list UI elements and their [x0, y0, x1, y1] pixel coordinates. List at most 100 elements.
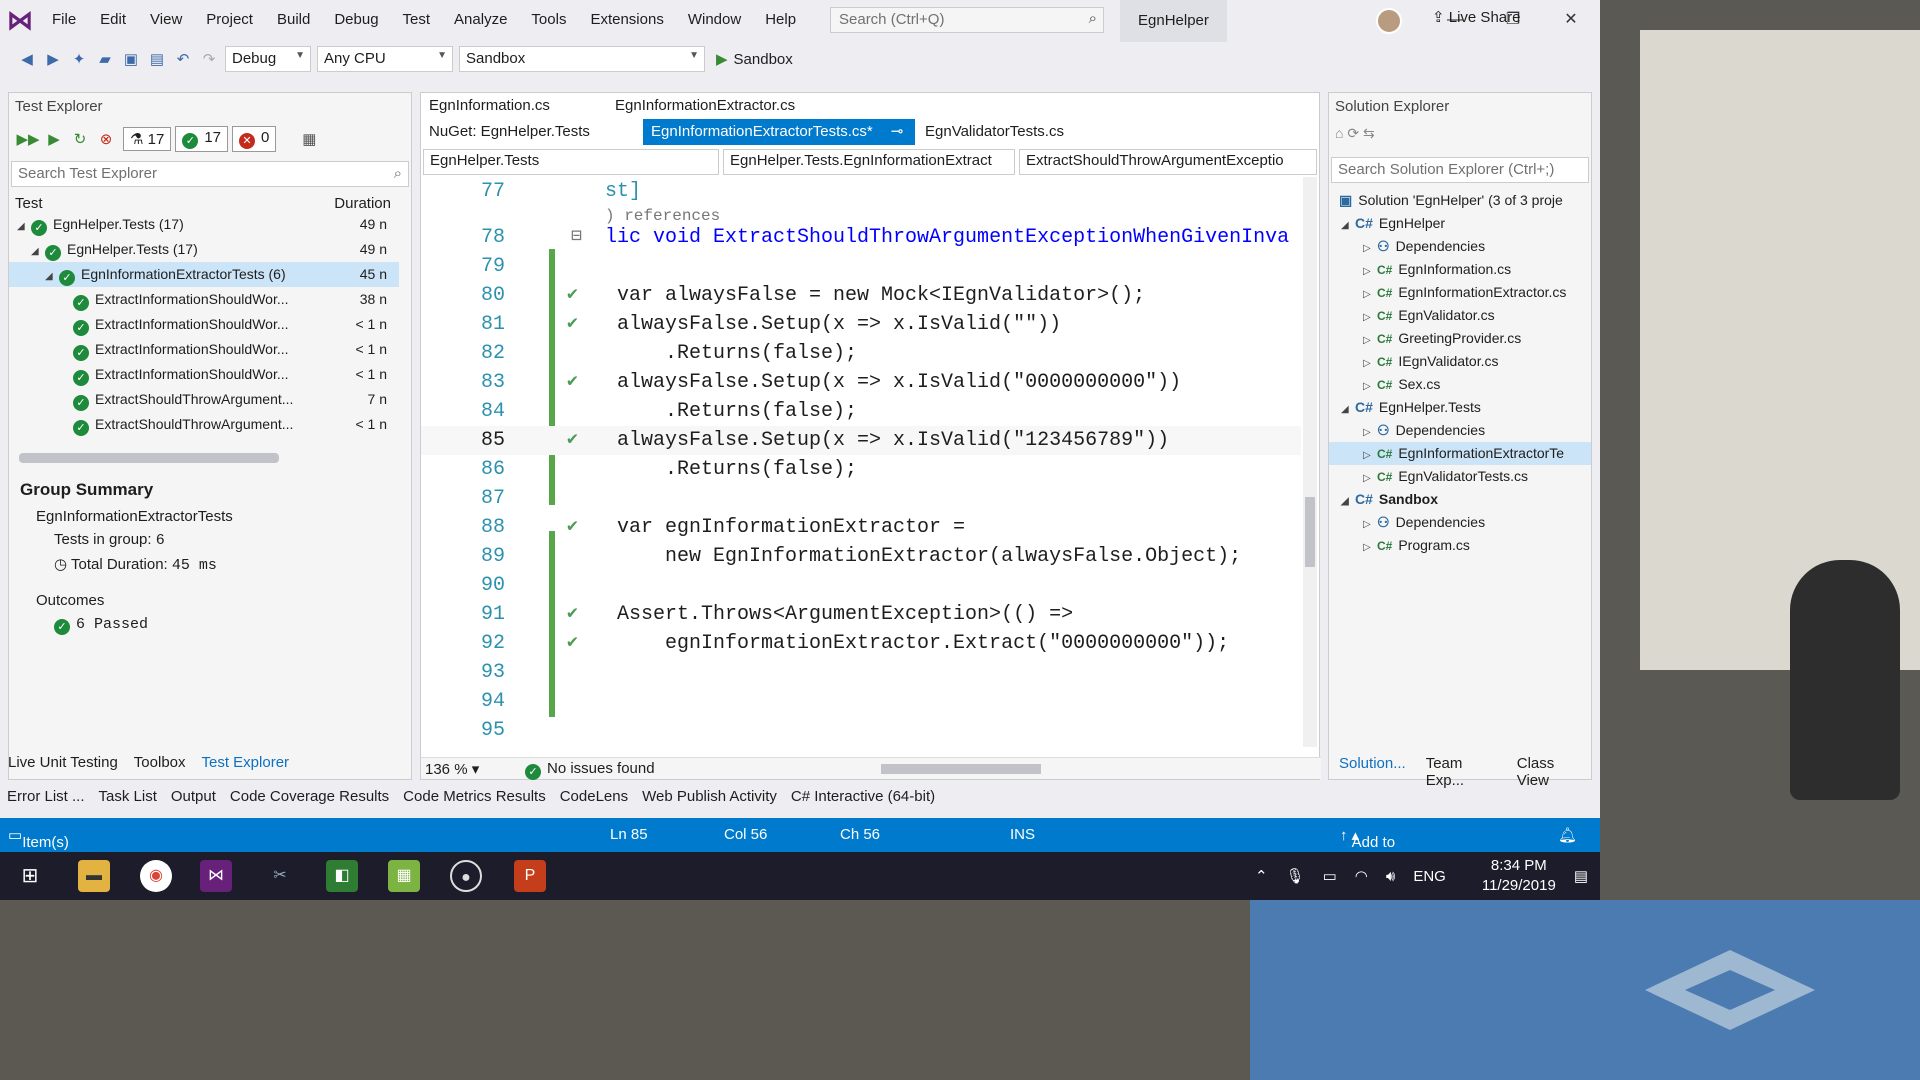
expand-icon[interactable]: ◢	[1341, 490, 1355, 513]
run-icon[interactable]: ▶	[41, 130, 67, 148]
snipping-tool-icon[interactable]: ✂	[264, 860, 296, 892]
test-passed-icon[interactable]: ✔	[567, 629, 578, 658]
horizontal-scrollbar[interactable]	[19, 453, 279, 463]
volume-icon[interactable]: 🔊︎	[1386, 868, 1395, 885]
test-search-input[interactable]: Search Test Explorer ⌕	[11, 161, 409, 187]
collapsed-icon[interactable]: ▷	[1363, 375, 1377, 398]
live-share-button[interactable]: ⇪ Live Share	[1432, 8, 1520, 26]
collapsed-icon[interactable]: ▷	[1363, 536, 1377, 559]
test-row[interactable]: ✓ ExtractShouldThrowArgument... 7 n	[9, 387, 399, 412]
col-test[interactable]: Test	[15, 195, 43, 212]
collapsed-icon[interactable]: ▷	[1363, 513, 1377, 536]
tab-egninformationextractor[interactable]: EgnInformationExtractor.cs	[607, 93, 803, 119]
test-passed-icon[interactable]: ✔	[567, 281, 578, 310]
tab-team-explorer[interactable]: Team Exp...	[1416, 755, 1507, 789]
tree-item[interactable]: ▷ ⚇ Dependencies	[1329, 511, 1591, 534]
test-passed-icon[interactable]: ✔	[567, 310, 578, 339]
menu-tools[interactable]: Tools	[519, 0, 578, 40]
configuration-select[interactable]: Debug ▼	[225, 46, 311, 72]
start-debugging-button[interactable]: ▶ Sandbox	[716, 50, 793, 69]
tree-item[interactable]: ▷ C# GreetingProvider.cs	[1329, 327, 1591, 350]
save-all-icon[interactable]: ▤	[144, 50, 170, 68]
tree-item[interactable]: ▷ C# IEgnValidator.cs	[1329, 350, 1591, 373]
col-duration[interactable]: Duration	[334, 195, 391, 212]
test-passed-icon[interactable]: ✔	[567, 426, 578, 455]
repeat-run-icon[interactable]: ↻	[67, 130, 93, 148]
tree-item-solution[interactable]: ▣ Solution 'EgnHelper' (3 of 3 proje	[1329, 189, 1591, 212]
startup-project-select[interactable]: Sandbox ▼	[459, 46, 705, 72]
menu-window[interactable]: Window	[676, 0, 753, 40]
tree-item[interactable]: ▷ ⚇ Dependencies	[1329, 235, 1591, 258]
tab-csharp-interactive[interactable]: C# Interactive (64-bit)	[784, 788, 942, 805]
menu-edit[interactable]: Edit	[88, 0, 138, 40]
collapsed-icon[interactable]: ▷	[1363, 352, 1377, 375]
run-all-icon[interactable]: ▶▶	[15, 130, 41, 148]
collapsed-icon[interactable]: ▷	[1363, 467, 1377, 490]
obs-icon[interactable]: ●	[450, 860, 482, 892]
tree-item[interactable]: ▷ C# EgnValidatorTests.cs	[1329, 465, 1591, 488]
expand-icon[interactable]: ◢	[45, 264, 59, 289]
tab-live-unit-testing[interactable]: Live Unit Testing	[8, 754, 118, 771]
expand-icon[interactable]: ◢	[1341, 214, 1355, 237]
collapsed-icon[interactable]: ▷	[1363, 260, 1377, 283]
tab-code-metrics[interactable]: Code Metrics Results	[396, 788, 553, 805]
expand-icon[interactable]: ◢	[31, 239, 45, 264]
member-nav-select[interactable]: ExtractShouldThrowArgumentExceptio	[1019, 149, 1317, 175]
app-icon[interactable]: ▦	[388, 860, 420, 892]
windows-start-icon[interactable]: ⊞	[14, 860, 46, 892]
test-row[interactable]: ◢ ✓ EgnInformationExtractorTests (6) 45 n	[9, 262, 399, 287]
tree-item[interactable]: ▷ ⚇ Dependencies	[1329, 419, 1591, 442]
undo-icon[interactable]: ↶	[170, 50, 196, 68]
test-row[interactable]: ✓ ExtractInformationShouldWor... < 1 n	[9, 337, 399, 362]
tab-class-view[interactable]: Class View	[1507, 755, 1593, 789]
menu-debug[interactable]: Debug	[322, 0, 390, 40]
tab-test-explorer[interactable]: Test Explorer	[202, 754, 290, 771]
test-row[interactable]: ✓ ExtractShouldThrowArgument... < 1 n	[9, 412, 399, 437]
collapsed-icon[interactable]: ▷	[1363, 283, 1377, 306]
tree-item[interactable]: ▷ C# EgnInformation.cs	[1329, 258, 1591, 281]
expand-icon[interactable]: ◢	[1341, 398, 1355, 421]
tree-item[interactable]: ▷ C# Program.cs	[1329, 534, 1591, 557]
code-area[interactable]: 77 st] ) references 78 ⊟ lic void ExtractSh…	[421, 177, 1301, 747]
chevron-up-icon[interactable]: ⌃	[1255, 867, 1268, 885]
menu-help[interactable]: Help	[753, 0, 808, 40]
open-folder-icon[interactable]: ▰	[92, 50, 118, 68]
collapsed-icon[interactable]: ▷	[1363, 306, 1377, 329]
clock[interactable]: 8:34 PM 11/29/2019	[1464, 856, 1556, 896]
tab-solution[interactable]: Solution...	[1329, 755, 1416, 789]
wifi-icon[interactable]: ◠	[1355, 867, 1368, 885]
menu-extensions[interactable]: Extensions	[578, 0, 675, 40]
save-icon[interactable]: ▣	[118, 50, 144, 68]
tab-egninformationextractortests[interactable]: EgnInformationExtractorTests.cs* ⊸ ✕	[643, 119, 928, 145]
pin-icon[interactable]: ⊸	[891, 123, 904, 140]
tree-item-project[interactable]: ◢ C# EgnHelper.Tests	[1329, 396, 1591, 419]
menu-build[interactable]: Build	[265, 0, 322, 40]
source-control-button[interactable]: ↑ Add to Source Control ▴	[1340, 826, 1400, 885]
tab-egnvalidatortests[interactable]: EgnValidatorTests.cs	[917, 119, 1072, 145]
tab-web-publish[interactable]: Web Publish Activity	[635, 788, 784, 805]
collapsed-icon[interactable]: ▷	[1363, 444, 1377, 467]
collapsed-icon[interactable]: ▷	[1363, 421, 1377, 444]
collapse-icon[interactable]: ⊟	[571, 223, 582, 252]
tab-output[interactable]: Output	[164, 788, 223, 805]
platform-select[interactable]: Any CPU ▼	[317, 46, 453, 72]
issues-indicator[interactable]: ✓ No issues found	[525, 760, 655, 780]
new-project-icon[interactable]: ✦	[66, 50, 92, 68]
home-icon[interactable]: ⌂ ⟳ ⇆	[1335, 125, 1375, 141]
project-nav-select[interactable]: EgnHelper.Tests	[423, 149, 719, 175]
collapsed-icon[interactable]: ▷	[1363, 237, 1377, 260]
tree-item[interactable]: ▷ C# Sex.cs	[1329, 373, 1591, 396]
tab-task-list[interactable]: Task List	[92, 788, 164, 805]
chrome-icon[interactable]: ◉	[140, 860, 172, 892]
redo-icon[interactable]: ↷	[196, 50, 222, 68]
tab-egninformation[interactable]: EgnInformation.cs	[421, 93, 558, 119]
scroll-thumb[interactable]	[1305, 497, 1315, 567]
tab-code-coverage[interactable]: Code Coverage Results	[223, 788, 396, 805]
menu-analyze[interactable]: Analyze	[442, 0, 519, 40]
tab-nuget[interactable]: NuGet: EgnHelper.Tests	[421, 119, 598, 145]
microphone-icon[interactable]: 🎙︎	[1286, 867, 1305, 885]
playlist-icon[interactable]: ▦	[296, 130, 322, 148]
test-row[interactable]: ◢ ✓ EgnHelper.Tests (17) 49 n	[9, 237, 399, 262]
class-nav-select[interactable]: EgnHelper.Tests.EgnInformationExtract	[723, 149, 1015, 175]
test-row[interactable]: ✓ ExtractInformationShouldWor... < 1 n	[9, 362, 399, 387]
